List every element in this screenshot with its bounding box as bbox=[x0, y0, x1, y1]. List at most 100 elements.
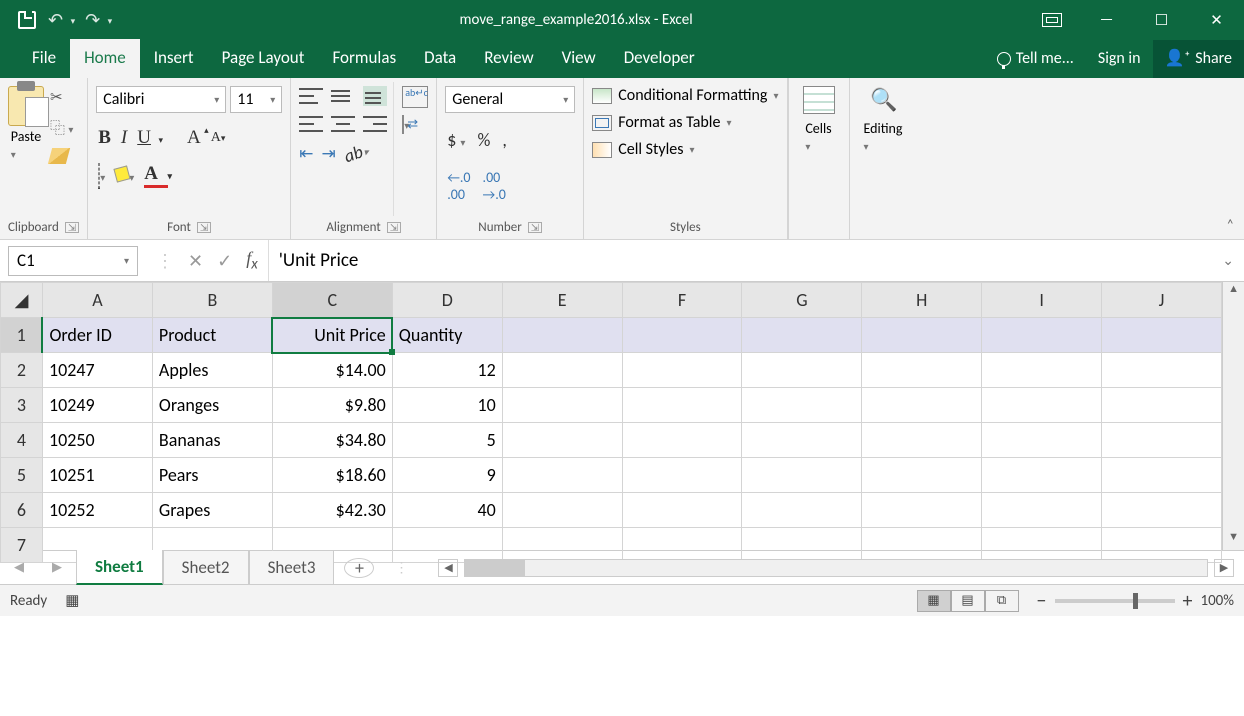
enter-formula-icon[interactable]: ✓ bbox=[217, 250, 232, 272]
accounting-format-button[interactable]: $ ▾ bbox=[447, 129, 465, 151]
cell[interactable]: $14.00 bbox=[272, 353, 392, 388]
cell[interactable] bbox=[982, 528, 1102, 563]
horizontal-scrollbar[interactable]: ◀ ▶ bbox=[428, 559, 1244, 577]
cell[interactable] bbox=[1102, 388, 1222, 423]
zoom-level[interactable]: 100% bbox=[1200, 592, 1234, 610]
align-center-icon[interactable] bbox=[331, 114, 355, 134]
cell[interactable] bbox=[742, 353, 862, 388]
cell[interactable] bbox=[862, 318, 982, 353]
comma-format-button[interactable]: , bbox=[502, 129, 507, 151]
sheet-tab-1[interactable]: Sheet1 bbox=[76, 550, 163, 585]
cell[interactable] bbox=[622, 388, 742, 423]
cell[interactable] bbox=[862, 528, 982, 563]
cell[interactable] bbox=[502, 318, 622, 353]
cell[interactable]: Product bbox=[152, 318, 272, 353]
cell[interactable]: 10251 bbox=[42, 458, 152, 493]
bold-button[interactable]: B bbox=[98, 127, 111, 149]
decrease-decimal-icon[interactable]: .00→.0 bbox=[483, 169, 506, 203]
col-header-a[interactable]: A bbox=[42, 283, 152, 318]
insert-function-icon[interactable]: fx bbox=[246, 248, 258, 274]
cell[interactable] bbox=[982, 353, 1102, 388]
format-painter-icon[interactable] bbox=[48, 148, 70, 164]
row-header-3[interactable]: 3 bbox=[1, 388, 43, 423]
formula-input[interactable]: 'Unit Price bbox=[268, 240, 1213, 281]
increase-indent-icon[interactable]: ⇥ bbox=[321, 143, 335, 164]
decrease-indent-icon[interactable]: ⇤ bbox=[299, 143, 313, 164]
tab-developer[interactable]: Developer bbox=[610, 39, 709, 78]
macro-record-icon[interactable]: ▦ bbox=[65, 591, 79, 610]
tab-page-layout[interactable]: Page Layout bbox=[208, 39, 319, 78]
cell[interactable] bbox=[862, 423, 982, 458]
col-header-d[interactable]: D bbox=[392, 283, 502, 318]
scroll-down-icon[interactable]: ▼ bbox=[1223, 530, 1244, 550]
cut-icon[interactable] bbox=[50, 88, 73, 107]
sheet-tab-3[interactable]: Sheet3 bbox=[249, 551, 335, 585]
undo-button[interactable]: ↶ bbox=[48, 9, 73, 31]
cell[interactable]: Pears bbox=[152, 458, 272, 493]
sheet-nav-prev-icon[interactable]: ◀ bbox=[0, 560, 38, 575]
cell[interactable] bbox=[502, 353, 622, 388]
sign-in-button[interactable]: Sign in bbox=[1086, 41, 1153, 78]
cell[interactable] bbox=[862, 353, 982, 388]
cell[interactable] bbox=[622, 493, 742, 528]
cells-table[interactable]: ◢ A B C D E F G H I J 1 Order ID Product… bbox=[0, 282, 1222, 563]
tell-me-search[interactable]: Tell me... bbox=[985, 41, 1086, 78]
cell[interactable]: 40 bbox=[392, 493, 502, 528]
cell[interactable]: $42.30 bbox=[272, 493, 392, 528]
page-break-view-icon[interactable]: ⧉ bbox=[985, 590, 1019, 612]
zoom-slider[interactable] bbox=[1055, 599, 1175, 603]
cell[interactable]: 10249 bbox=[42, 388, 152, 423]
dialog-launcher-icon[interactable]: ⇲ bbox=[387, 222, 401, 233]
row-header-2[interactable]: 2 bbox=[1, 353, 43, 388]
cell[interactable]: Quantity bbox=[392, 318, 502, 353]
borders-button[interactable]: ▾ bbox=[98, 164, 105, 187]
copy-button[interactable]: ▾ bbox=[50, 117, 73, 138]
cell[interactable] bbox=[502, 458, 622, 493]
cell[interactable] bbox=[742, 318, 862, 353]
align-top-icon[interactable] bbox=[299, 86, 323, 106]
percent-format-button[interactable]: % bbox=[477, 129, 490, 151]
cell[interactable] bbox=[1102, 353, 1222, 388]
merge-center-button[interactable]: ▾ bbox=[402, 116, 428, 133]
col-header-j[interactable]: J bbox=[1102, 283, 1222, 318]
cell[interactable] bbox=[742, 493, 862, 528]
format-as-table-button[interactable]: Format as Table▾ bbox=[592, 113, 778, 132]
row-header-5[interactable]: 5 bbox=[1, 458, 43, 493]
cell[interactable] bbox=[622, 423, 742, 458]
cell[interactable] bbox=[502, 423, 622, 458]
collapse-ribbon-icon[interactable]: ˄ bbox=[1226, 216, 1234, 233]
cell[interactable]: Oranges bbox=[152, 388, 272, 423]
zoom-out-button[interactable]: − bbox=[1037, 589, 1047, 613]
cells-button[interactable]: Cells▾ bbox=[805, 120, 831, 154]
col-header-f[interactable]: F bbox=[622, 283, 742, 318]
cell[interactable] bbox=[742, 388, 862, 423]
align-bottom-icon[interactable] bbox=[363, 86, 387, 106]
cell-selected[interactable]: Unit Price bbox=[272, 318, 392, 353]
cell[interactable]: 10252 bbox=[42, 493, 152, 528]
col-header-i[interactable]: I bbox=[982, 283, 1102, 318]
cell[interactable] bbox=[622, 318, 742, 353]
cell[interactable] bbox=[1102, 458, 1222, 493]
cell[interactable]: $34.80 bbox=[272, 423, 392, 458]
cell[interactable]: Apples bbox=[152, 353, 272, 388]
cell[interactable] bbox=[622, 528, 742, 563]
select-all-corner[interactable]: ◢ bbox=[1, 283, 43, 318]
col-header-g[interactable]: G bbox=[742, 283, 862, 318]
italic-button[interactable]: I bbox=[121, 127, 127, 149]
cell[interactable] bbox=[982, 388, 1102, 423]
save-icon[interactable] bbox=[18, 11, 36, 29]
ribbon-options-icon[interactable] bbox=[1024, 0, 1079, 40]
increase-decimal-icon[interactable]: ←.0.00 bbox=[447, 169, 470, 203]
tab-review[interactable]: Review bbox=[470, 39, 547, 78]
sheet-nav-next-icon[interactable]: ▶ bbox=[38, 560, 76, 575]
underline-button[interactable]: U bbox=[137, 127, 161, 149]
conditional-formatting-button[interactable]: Conditional Formatting▾ bbox=[592, 86, 778, 105]
cell[interactable] bbox=[502, 388, 622, 423]
cell[interactable] bbox=[982, 318, 1102, 353]
cell[interactable] bbox=[862, 458, 982, 493]
cell[interactable] bbox=[1102, 528, 1222, 563]
cell[interactable] bbox=[622, 458, 742, 493]
shrink-font-icon[interactable]: A▾ bbox=[211, 130, 226, 146]
share-button[interactable]: 👤⁺Share bbox=[1153, 40, 1244, 78]
cell[interactable] bbox=[622, 353, 742, 388]
